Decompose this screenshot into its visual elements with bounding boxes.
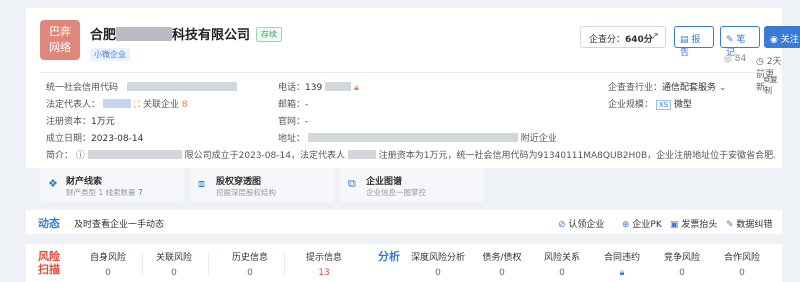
analysis-debt[interactable]: 债务/债权 0: [474, 250, 530, 278]
company-logo: 巴奔 网络: [40, 20, 80, 60]
report-button[interactable]: ▤ 报告: [674, 26, 714, 58]
size-badge[interactable]: 小微企业: [90, 48, 130, 61]
feature-company-graph[interactable]: ⧉ 企业图谱 企业信息一图掌控: [340, 168, 484, 202]
clock-icon: ◷: [756, 57, 764, 67]
follow-icon: ◉: [770, 35, 778, 45]
copy-button[interactable]: ⧉复制: [764, 74, 782, 96]
analysis-risk-relation[interactable]: 风险关系 0: [534, 250, 590, 278]
risk-scan-bar: 风险扫描 自身风险 0 关联风险 0 历史信息 0 提示信息 13 分析 深度风…: [26, 244, 782, 282]
scan-history[interactable]: 历史信息 0: [222, 250, 278, 278]
masked-text: [325, 82, 352, 91]
score-box[interactable]: 企查分：640分 ↗: [580, 26, 666, 48]
masked-text: [347, 150, 376, 159]
divider: [40, 72, 768, 73]
capital-row: 注册资本：1万元: [46, 117, 115, 127]
status-badge: 存续: [256, 27, 282, 42]
analysis-cooperation[interactable]: 合作风险 0: [714, 250, 770, 278]
edit-icon: ✎: [726, 220, 734, 230]
masked-text: [116, 27, 173, 41]
email-row: 邮箱：-: [278, 100, 309, 110]
check-icon: ⊘: [558, 220, 566, 230]
company-name: 合肥 科技有限公司: [90, 27, 251, 43]
masked-text: [87, 150, 182, 159]
scan-related-risk[interactable]: 关联风险 0: [146, 250, 202, 278]
scan-self-risk[interactable]: 自身风险 0: [80, 250, 136, 278]
scale-row: 企业规模： XS 微型: [608, 100, 693, 110]
invoice-button[interactable]: ▣ 发票抬头: [670, 217, 717, 230]
industry-row: 企查查行业：通信配套服务 ⌄: [608, 83, 727, 93]
analysis-competition[interactable]: 竞争风险 0: [654, 250, 710, 278]
view-count: ◎ 84: [724, 54, 747, 64]
pen-icon: ✎: [726, 35, 734, 45]
correction-button[interactable]: ✎ 数据纠错: [726, 217, 772, 230]
trend-icon: ↗: [650, 31, 659, 42]
feature-equity-graph[interactable]: ⧈ 股权穿透图 挖掘深层股权结构: [190, 168, 334, 202]
invoice-icon: ▣: [670, 220, 679, 230]
eye-icon: ◎: [724, 54, 732, 64]
info-icon: ⓘ: [75, 151, 85, 161]
analysis-contract-breach[interactable]: 合同违约 🔒︎: [594, 250, 650, 278]
graph-icon: ⧉: [348, 177, 356, 190]
pk-button[interactable]: ⊕ 企业PK: [622, 217, 662, 230]
lock-icon: 🔒︎: [619, 268, 625, 278]
masked-text: [126, 82, 237, 91]
legal-rep-row: 法定代表人： ⛶ 关联企业 8: [46, 99, 188, 110]
analysis-deep-risk[interactable]: 深度风险分析 0: [406, 250, 470, 278]
claim-button[interactable]: ⊘ 认领企业: [558, 217, 604, 230]
follow-button[interactable]: ◉ 关注: [764, 26, 800, 48]
divider: [208, 252, 209, 276]
report-icon: ▤: [680, 35, 689, 45]
divider: [142, 252, 143, 276]
dynamics-bar: 动态 及时查看企业一手动态 ⊘ 认领企业 ⊕ 企业PK ▣ 发票抬头 ✎ 数据纠…: [26, 210, 782, 234]
lock-icon[interactable]: 🔒︎: [354, 83, 359, 93]
masked-text: [307, 133, 518, 142]
pk-icon: ⊕: [622, 220, 630, 230]
website-row: 官网：-: [278, 117, 309, 127]
scan-notices[interactable]: 提示信息 13: [296, 250, 352, 278]
masked-text: [102, 99, 131, 108]
equity-icon: ⧈: [198, 177, 205, 190]
founded-row: 成立日期：2023-08-14: [46, 134, 144, 144]
property-icon: ❖: [48, 177, 58, 190]
company-card: 巴奔 网络 合肥 科技有限公司 存续 小微企业 企查分：640分 ↗ ▤ 报告 ✎…: [26, 8, 800, 168]
address-row: 地址： 附近企业: [278, 133, 557, 144]
note-button[interactable]: ✎ 笔记: [720, 26, 760, 58]
credit-code-row: 统一社会信用代码: [46, 80, 237, 93]
intro-row: 简介： ⓘ 限公司成立于2023-08-14，法定代表人 注册资本为1万元，统一…: [46, 150, 776, 161]
related-icon: ⛶: [133, 100, 141, 110]
phone-row: 电话：139 🔒︎: [278, 82, 359, 93]
divider: [284, 252, 285, 276]
feature-property-clues[interactable]: ❖ 财产线索 财产类型 1 线索数量 7: [40, 168, 184, 202]
chevron-down-icon[interactable]: ⌄: [719, 83, 727, 93]
